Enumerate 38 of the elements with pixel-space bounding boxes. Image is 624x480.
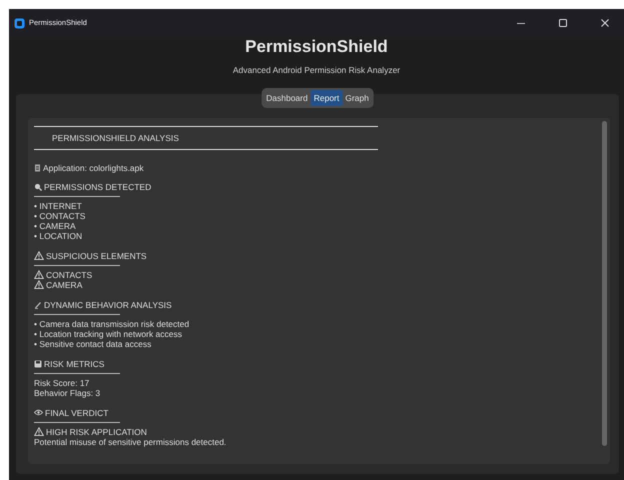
close-icon (601, 19, 609, 27)
report-line: Potential misuse of sensitive permissions detected. (34, 436, 226, 447)
report-line: • CONTACTS (34, 210, 86, 221)
section-heading: RISK METRICS (44, 358, 104, 369)
maximize-icon (559, 19, 567, 27)
app-subtitle: Advanced Android Permission Risk Analyzer (232, 64, 402, 77)
app-icon (14, 18, 25, 28)
application-name: Application: colorlights.apk (43, 162, 144, 173)
report-line: HIGH RISK APPLICATION (46, 426, 147, 437)
report-line: • Location tracking with network access (34, 328, 182, 339)
warning-icon (34, 251, 44, 260)
report-line: • CAMERA (34, 220, 76, 231)
report-line: • LOCATION (34, 230, 82, 241)
warning-icon (34, 427, 44, 436)
report-title: PERMISSIONSHIELD ANALYSIS (52, 132, 179, 143)
report-line: Behavior Flags: 3 (34, 388, 100, 398)
eye-icon (34, 409, 43, 416)
report-line: • Camera data transmission risk detected (34, 318, 190, 329)
app-title: PermissionShield (244, 36, 389, 58)
scrollbar[interactable] (602, 120, 607, 446)
search-icon (34, 182, 42, 191)
section-heading: SUSPICIOUS ELEMENTS (46, 250, 147, 261)
floppy-icon (34, 360, 42, 368)
report-line: CAMERA (46, 280, 82, 290)
tab[interactable]: Graph (342, 90, 372, 106)
warning-icon (34, 270, 44, 280)
report-line: CONTACTS (46, 270, 92, 280)
report-line: • Sensitive contact data access (34, 338, 152, 349)
report-line: • INTERNET (34, 200, 82, 211)
pen-icon (34, 300, 42, 309)
tab[interactable]: Report (310, 90, 342, 106)
warning-icon (34, 280, 44, 290)
section-heading: DYNAMIC BEHAVIOR ANALYSIS (44, 300, 172, 310)
report-line: Risk Score: 17 (34, 378, 90, 388)
tab[interactable]: Dashboard (263, 90, 311, 106)
document-icon (34, 164, 41, 172)
section-heading: FINAL VERDICT (45, 408, 108, 418)
section-heading: PERMISSIONS DETECTED (44, 182, 152, 192)
